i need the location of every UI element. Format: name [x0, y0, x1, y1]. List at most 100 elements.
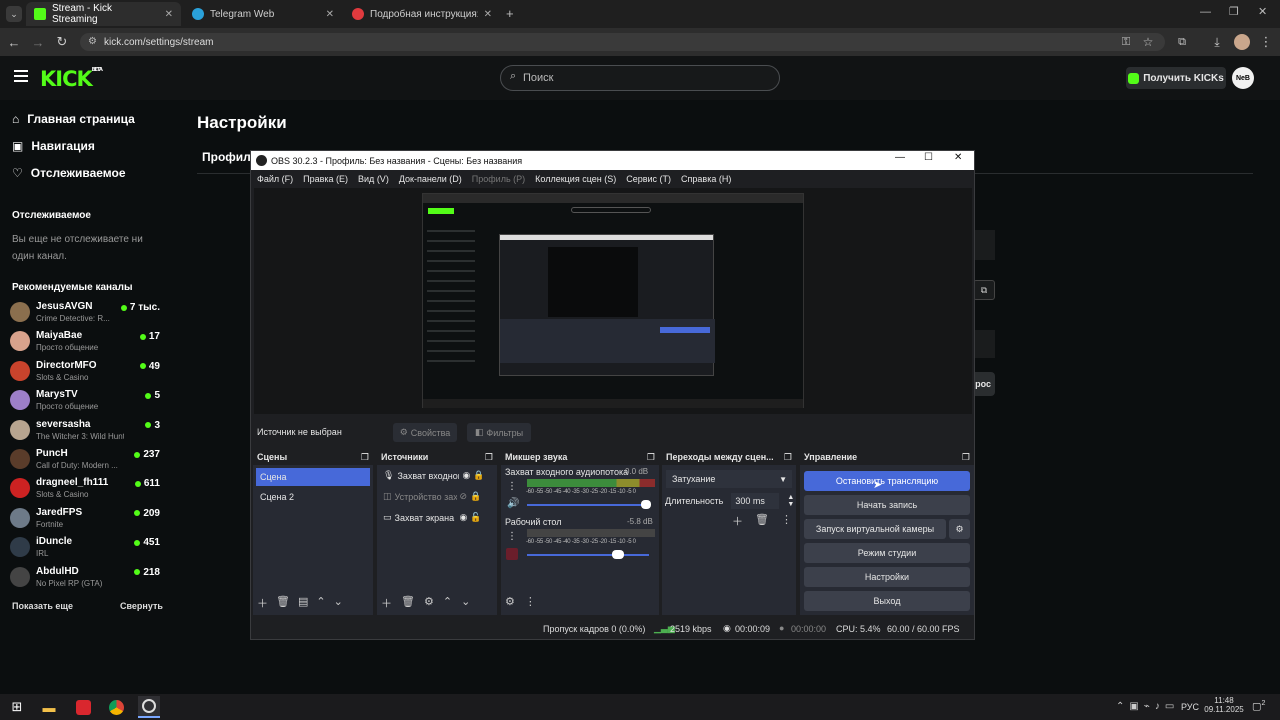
menu-file[interactable]: Файл (F): [257, 174, 293, 184]
eye-icon[interactable]: ◉: [460, 512, 468, 523]
exit-button[interactable]: Выход: [804, 591, 970, 611]
slider-handle[interactable]: [612, 550, 624, 559]
move-down-icon[interactable]: ⌄: [334, 595, 343, 611]
eye-hidden-icon[interactable]: ⊘: [460, 491, 468, 502]
download-icon[interactable]: ⤓: [1207, 32, 1227, 52]
obs-taskbar-icon[interactable]: [138, 696, 160, 718]
new-tab-icon[interactable]: +: [506, 6, 514, 21]
volume-slider[interactable]: [527, 554, 649, 556]
menu-docks[interactable]: Док-панели (D): [399, 174, 462, 184]
tray-volume-icon[interactable]: ♪: [1155, 701, 1160, 712]
channel-item[interactable]: iDuncle IRL 451: [10, 535, 160, 563]
kick-logo[interactable]: KICKBETA: [40, 67, 103, 91]
move-down-icon[interactable]: ⌄: [461, 595, 470, 611]
channel-item[interactable]: AbdulHD No Pixel RP (GTA) 218: [10, 565, 160, 593]
chrome-icon[interactable]: [105, 696, 127, 718]
tab-telegram[interactable]: Telegram Web ✕: [184, 2, 342, 26]
channel-item[interactable]: JesusAVGN Crime Detective: R... 7 тыс.: [10, 300, 160, 328]
source-item[interactable]: 🎙 Захват входног ◉ 🔒: [377, 465, 497, 486]
get-kicks-button[interactable]: Получить KICKs: [1126, 67, 1226, 89]
menu-edit[interactable]: Правка (E): [303, 174, 348, 184]
wps-office-icon[interactable]: [72, 696, 94, 718]
close-icon[interactable]: ✕: [165, 9, 173, 20]
clock[interactable]: 11:48 09.11.2025: [1204, 696, 1244, 714]
undock-icon[interactable]: ❐: [647, 452, 655, 463]
minimize-icon[interactable]: —: [1200, 6, 1211, 18]
scene-filter-icon[interactable]: ▤: [298, 595, 308, 611]
nav-home[interactable]: ⌂ Главная страница: [12, 112, 135, 126]
move-up-icon[interactable]: ⌃: [316, 595, 325, 611]
channel-item[interactable]: PuncH Call of Duty: Modern ... 237: [10, 447, 160, 475]
lock-icon[interactable]: 🔒: [473, 470, 484, 481]
hamburger-icon[interactable]: [14, 70, 28, 82]
scene-item[interactable]: Сцена: [256, 468, 370, 486]
unlock-icon[interactable]: 🔓: [470, 512, 481, 523]
scene-item[interactable]: Сцена 2: [256, 486, 370, 504]
language-indicator[interactable]: РУС: [1181, 702, 1199, 712]
menu-help[interactable]: Справка (H): [681, 174, 731, 184]
advanced-audio-icon[interactable]: ⚙: [505, 595, 515, 608]
search-input[interactable]: ⌕ Поиск: [500, 65, 780, 91]
filters-button[interactable]: ◧ Фильтры: [467, 423, 531, 442]
close-icon[interactable]: ✕: [326, 9, 334, 20]
tab-instruction[interactable]: Подробная инструкция: подк ✕: [344, 2, 500, 26]
volume-slider[interactable]: [527, 504, 649, 506]
speaker-icon[interactable]: 🔊: [507, 498, 519, 509]
virtual-camera-settings-icon[interactable]: ⚙: [949, 519, 970, 539]
undock-icon[interactable]: ❐: [962, 452, 970, 463]
add-icon[interactable]: ＋: [381, 595, 392, 611]
channel-item[interactable]: seversasha The Witcher 3: Wild Hunt 3: [10, 418, 160, 446]
channel-item[interactable]: MarysTV Просто общение 5: [10, 388, 160, 416]
stop-stream-button[interactable]: Остановить трансляцию: [804, 471, 970, 491]
studio-mode-button[interactable]: Режим студии: [804, 543, 970, 563]
channel-item[interactable]: DirectorMFO Slots & Casino 49: [10, 359, 160, 387]
channel-menu-icon[interactable]: ⋮: [507, 481, 517, 492]
channel-item[interactable]: MaiyaBae Просто общение 17: [10, 329, 160, 357]
nav-browse[interactable]: ▣ Навигация: [12, 139, 95, 153]
tray-chevron-icon[interactable]: ⌃: [1116, 701, 1124, 712]
trash-icon[interactable]: 🗑: [276, 595, 290, 611]
close-icon[interactable]: ✕: [484, 9, 492, 20]
site-info-icon[interactable]: ⚙: [88, 36, 97, 47]
channel-item[interactable]: dragneel_fh111 Slots & Casino 611: [10, 476, 160, 504]
bookmark-star-icon[interactable]: ☆: [1138, 32, 1158, 52]
undock-icon[interactable]: ❐: [361, 452, 369, 463]
tab-kick[interactable]: Stream - Kick Streaming ✕: [26, 2, 181, 26]
menu-dots-icon[interactable]: ⋮: [1256, 32, 1276, 52]
user-avatar[interactable]: NeB: [1232, 67, 1254, 89]
settings-button[interactable]: Настройки: [804, 567, 970, 587]
add-icon[interactable]: ＋: [257, 595, 268, 611]
slider-handle[interactable]: [641, 500, 651, 509]
transition-menu-icon[interactable]: ⋮: [781, 513, 792, 529]
profile-avatar[interactable]: [1234, 34, 1250, 50]
tray-network-icon[interactable]: ⌁: [1144, 701, 1150, 712]
password-key-icon[interactable]: ⚿: [1116, 32, 1136, 52]
obs-maximize-icon[interactable]: ☐: [924, 152, 933, 163]
tray-battery-icon[interactable]: ▭: [1165, 701, 1174, 712]
trash-icon[interactable]: 🗑: [401, 595, 415, 611]
windows-start-icon[interactable]: ⊞: [6, 696, 28, 718]
forward-icon[interactable]: →: [28, 32, 48, 52]
channel-item[interactable]: JaredFPS Fortnite 209: [10, 506, 160, 534]
menu-profile[interactable]: Профиль (P): [472, 174, 525, 184]
obs-preview[interactable]: [254, 188, 972, 414]
restore-icon[interactable]: ❐: [1229, 5, 1239, 18]
nav-following[interactable]: ♡ Отслеживаемое: [12, 166, 126, 180]
url-input[interactable]: kick.com/settings/stream: [80, 33, 1165, 51]
start-recording-button[interactable]: Начать запись: [804, 495, 970, 515]
extensions-icon[interactable]: ⧉: [1172, 32, 1192, 52]
muted-speaker-icon[interactable]: [506, 548, 518, 560]
trash-icon[interactable]: 🗑: [755, 513, 769, 529]
show-more-link[interactable]: Показать еще: [12, 601, 73, 611]
source-item[interactable]: ◫ Устройство зах ⊘ 🔒: [377, 486, 497, 507]
virtual-camera-button[interactable]: Запуск виртуальной камеры: [804, 519, 946, 539]
menu-scene-collection[interactable]: Коллекция сцен (S): [535, 174, 616, 184]
gear-icon[interactable]: ⚙: [424, 595, 434, 611]
properties-button[interactable]: ⚙ Свойства: [393, 423, 457, 442]
mixer-menu-icon[interactable]: ⋮: [525, 595, 536, 608]
undock-icon[interactable]: ❐: [485, 452, 493, 463]
menu-tools[interactable]: Сервис (T): [626, 174, 671, 184]
back-icon[interactable]: ←: [4, 32, 24, 52]
undock-icon[interactable]: ❐: [784, 452, 792, 463]
reload-icon[interactable]: ↻: [52, 32, 72, 52]
